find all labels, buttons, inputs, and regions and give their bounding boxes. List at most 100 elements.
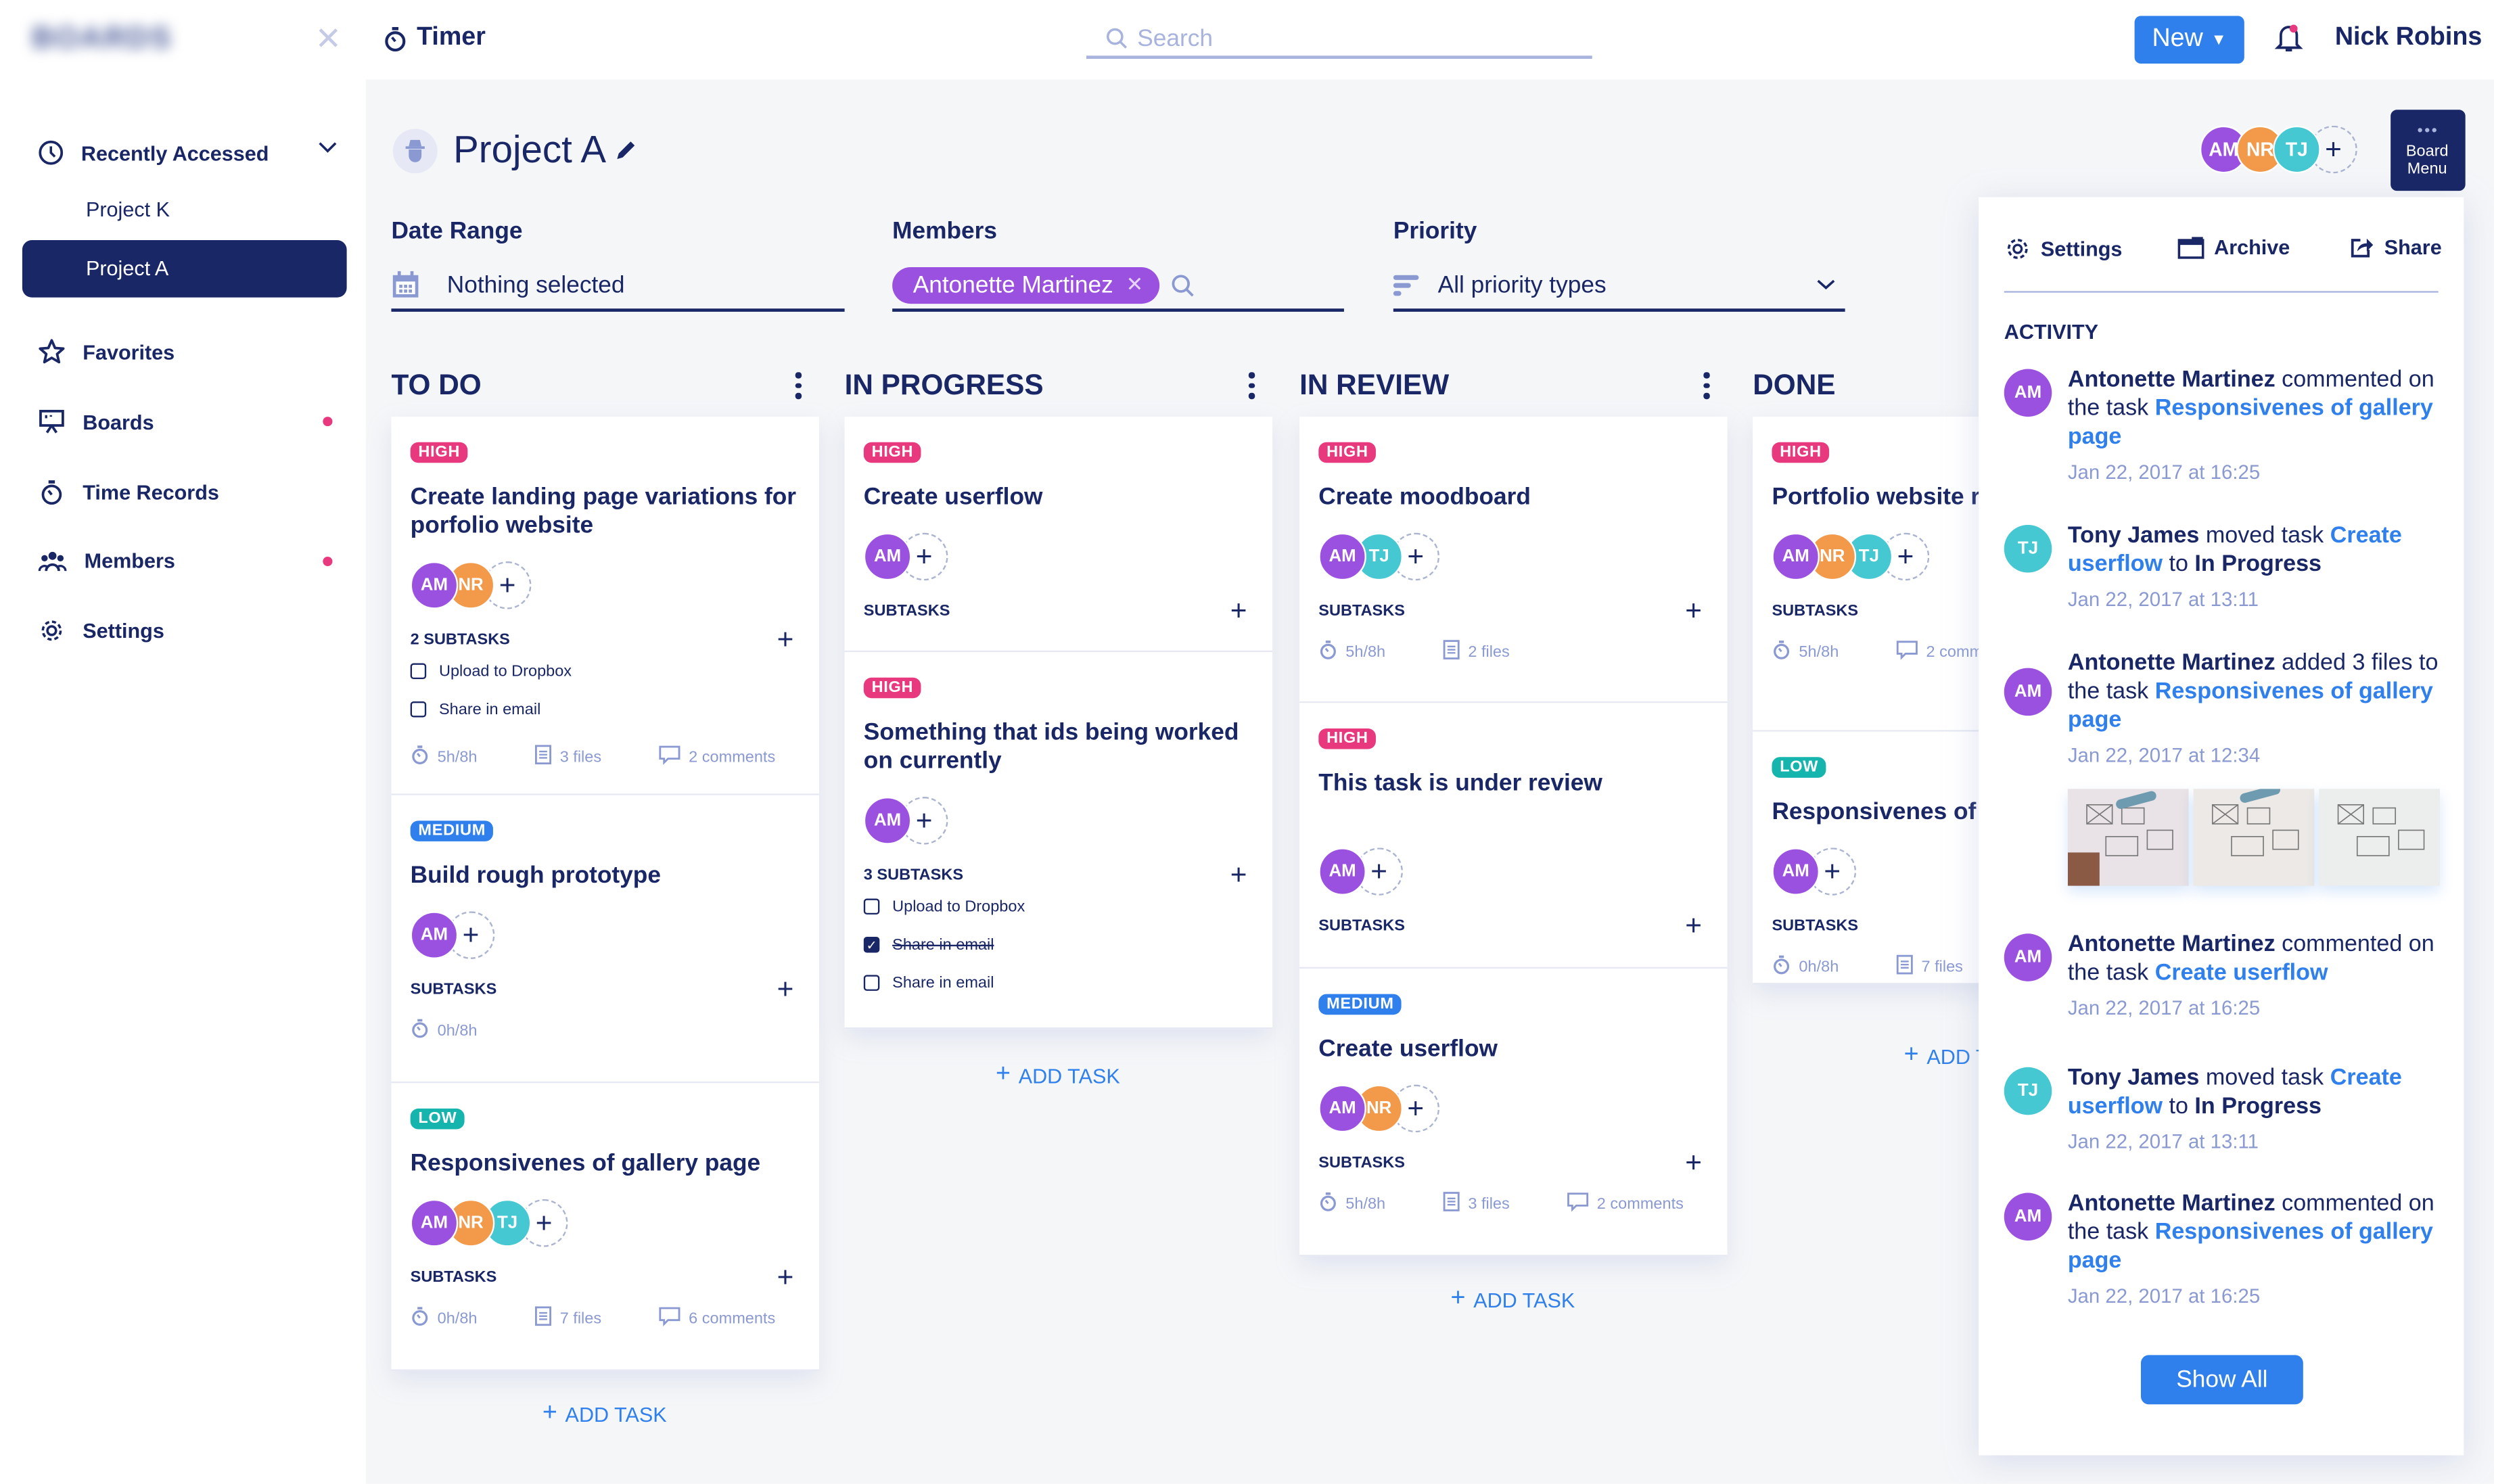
timer-button[interactable]: Timer: [384, 24, 486, 52]
files-count[interactable]: 2 files: [1443, 639, 1567, 665]
add-subtask-icon[interactable]: +: [777, 623, 794, 656]
assignee-avatar[interactable]: AM: [1318, 532, 1366, 581]
comments-count[interactable]: 2 comments: [658, 744, 775, 770]
column-menu-icon[interactable]: [795, 372, 802, 399]
subtask-checkbox[interactable]: [863, 975, 880, 991]
new-button[interactable]: New ▼: [2134, 16, 2244, 64]
add-task-label: ADD TASK: [1473, 1287, 1575, 1312]
activity-actor[interactable]: Antonette Martinez: [2068, 932, 2276, 958]
sidebar-item-members[interactable]: Members: [38, 549, 175, 573]
sidebar-project-k[interactable]: Project K: [86, 198, 170, 221]
task-card[interactable]: MEDIUM Create userflow AM NR + SUBTASKS +5h/8h…: [1299, 969, 1728, 1257]
files-count[interactable]: 3 files: [534, 744, 658, 770]
subtask-checkbox[interactable]: [863, 898, 880, 915]
activity-avatar: AM: [2004, 668, 2052, 716]
column-menu-icon[interactable]: [1248, 372, 1255, 399]
sidebar-project-a[interactable]: [22, 240, 347, 298]
remove-chip-icon[interactable]: ✕: [1126, 272, 1144, 298]
time-tracked: 5h/8h: [1318, 1191, 1442, 1217]
chevron-down-icon[interactable]: [318, 140, 337, 161]
activity-actor[interactable]: Antonette Martinez: [2068, 1191, 2276, 1217]
files-count[interactable]: 3 files: [1443, 1191, 1567, 1217]
add-subtask-icon[interactable]: +: [1685, 909, 1702, 942]
task-card[interactable]: LOW Responsivenes of gallery page AM NR TJ + S…: [391, 1083, 819, 1371]
panel-archive-button[interactable]: Archive: [2177, 235, 2290, 259]
priority-badge: HIGH: [1772, 442, 1830, 463]
priority-select[interactable]: All priority types: [1393, 261, 1845, 312]
task-meta: 5h/8h 2 files: [1318, 624, 1708, 681]
sidebar-item-boards[interactable]: Boards: [38, 409, 154, 434]
files-count[interactable]: 7 files: [534, 1305, 658, 1331]
assignee-avatar[interactable]: AM: [410, 911, 459, 959]
stopwatch-icon: [411, 1305, 430, 1331]
add-task-button[interactable]: + ADD TASK: [1450, 1285, 1575, 1314]
member-avatar-tj[interactable]: TJ: [2273, 125, 2321, 174]
add-subtask-icon[interactable]: +: [1230, 858, 1247, 891]
task-card[interactable]: MEDIUM Build rough prototype AM + SUBTASKS +0…: [391, 795, 819, 1084]
notifications-bell-icon[interactable]: [2274, 22, 2303, 62]
activity-avatar: TJ: [2004, 1067, 2052, 1115]
add-subtask-icon[interactable]: +: [1685, 1146, 1702, 1179]
subtask-item[interactable]: Share in email: [863, 964, 1253, 1002]
task-card[interactable]: HIGH This task is under review AM + SUBTASKS…: [1299, 703, 1728, 969]
activity-actor[interactable]: Antonette Martinez: [2068, 367, 2276, 393]
subtask-item[interactable]: Upload to Dropbox: [863, 887, 1253, 925]
close-sidebar-icon[interactable]: ✕: [315, 19, 342, 59]
plus-icon: +: [1450, 1284, 1466, 1312]
files-value: 2 files: [1468, 643, 1510, 662]
attachment-thumbnail[interactable]: [2193, 789, 2315, 886]
sidebar-item-favorites[interactable]: Favorites: [38, 339, 175, 365]
activity-actor[interactable]: Tony James: [2068, 1065, 2200, 1091]
chevron-down-icon: [1817, 279, 1835, 289]
task-card[interactable]: HIGH Something that ids being worked on c…: [844, 652, 1273, 1029]
assignee-avatar[interactable]: AM: [410, 1199, 459, 1247]
column-menu-icon[interactable]: [1703, 372, 1709, 399]
sidebar-item-settings[interactable]: Settings: [38, 617, 164, 644]
sidebar-recently-accessed[interactable]: Recently Accessed: [38, 140, 269, 166]
add-subtask-icon[interactable]: +: [777, 1260, 794, 1293]
subtask-item[interactable]: Upload to Dropbox: [410, 652, 800, 690]
comments-count[interactable]: 6 comments: [658, 1305, 775, 1331]
add-task-button[interactable]: + ADD TASK: [542, 1399, 667, 1428]
board-menu-button[interactable]: ••• Board Menu: [2391, 110, 2466, 191]
show-all-button[interactable]: Show All: [2140, 1355, 2303, 1405]
add-subtask-icon[interactable]: +: [1685, 594, 1702, 627]
assignee-avatar[interactable]: AM: [1318, 848, 1366, 896]
file-icon: [534, 744, 552, 770]
assignee-avatar[interactable]: AM: [863, 797, 912, 845]
assignee-avatar[interactable]: AM: [410, 561, 459, 609]
comments-count[interactable]: 2 comments: [1567, 1191, 1684, 1217]
assignee-avatar[interactable]: AM: [863, 532, 912, 581]
sidebar-item-time-records[interactable]: Time Records: [38, 479, 219, 506]
activity-actor[interactable]: Tony James: [2068, 524, 2200, 549]
attachment-thumbnail[interactable]: [2067, 789, 2189, 886]
task-card[interactable]: HIGH Create landing page variations for p…: [391, 417, 819, 795]
attachment-thumbnail[interactable]: [2319, 789, 2441, 886]
task-card[interactable]: HIGH Create userflow AM + SUBTASKS +: [844, 417, 1273, 653]
activity-actor[interactable]: Antonette Martinez: [2068, 651, 2276, 676]
subtask-checkbox[interactable]: [410, 663, 427, 680]
activity-task-link[interactable]: Create userflow: [2155, 960, 2328, 986]
panel-share-button[interactable]: Share: [2349, 235, 2442, 259]
assignee-avatar[interactable]: AM: [1772, 848, 1820, 896]
subtask-checkbox[interactable]: [410, 701, 427, 718]
subtask-checkbox[interactable]: ✓: [863, 936, 880, 953]
assignee-avatar[interactable]: AM: [1772, 532, 1820, 581]
members-filter[interactable]: Antonette Martinez ✕: [892, 261, 1344, 312]
add-task-button[interactable]: + ADD TASK: [996, 1061, 1120, 1089]
search-icon[interactable]: [1170, 273, 1194, 296]
task-title: Something that ids being worked on curre…: [863, 718, 1239, 775]
date-range-picker[interactable]: Nothing selected: [391, 261, 845, 312]
edit-pencil-icon[interactable]: [614, 139, 638, 170]
subtask-item[interactable]: Share in email: [410, 691, 800, 728]
subtask-item[interactable]: ✓ Share in email: [863, 926, 1253, 964]
panel-settings-button[interactable]: Settings: [2004, 235, 2122, 262]
assignee-avatar[interactable]: AM: [1318, 1084, 1366, 1133]
subtasks-label: 2 SUBTASKS: [410, 630, 510, 649]
task-card[interactable]: HIGH Create moodboard AM TJ + SUBTASKS +5h/8h 2…: [1299, 417, 1728, 703]
search-input[interactable]: Search: [1086, 21, 1592, 60]
add-subtask-icon[interactable]: +: [1230, 594, 1247, 627]
date-range-label: Date Range: [391, 218, 523, 246]
user-name[interactable]: Nick Robins: [2335, 24, 2482, 52]
add-subtask-icon[interactable]: +: [777, 973, 794, 1006]
